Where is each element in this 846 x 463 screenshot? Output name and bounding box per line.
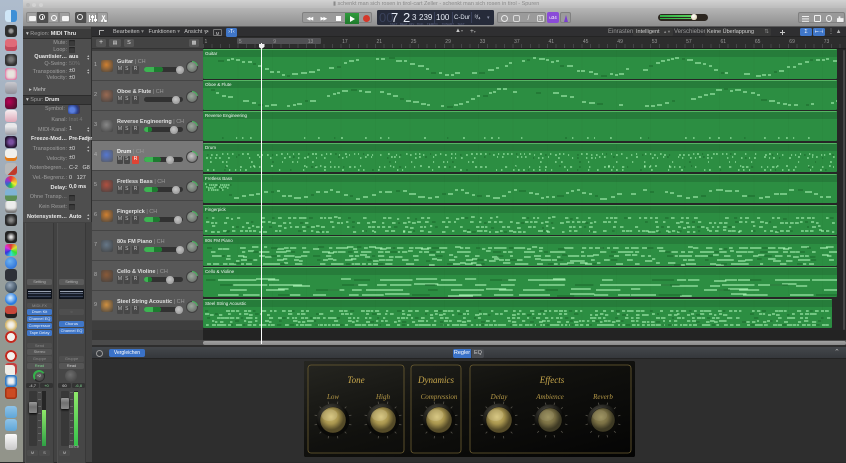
svg-text:Tone: Tone bbox=[347, 375, 364, 385]
svg-text:Dynamics: Dynamics bbox=[417, 375, 454, 385]
svg-text:Effects: Effects bbox=[539, 375, 565, 385]
svg-text:Compression: Compression bbox=[421, 393, 458, 401]
svg-text:Delay: Delay bbox=[490, 393, 509, 401]
svg-text:Ambience: Ambience bbox=[535, 393, 564, 401]
svg-text:Reverb: Reverb bbox=[592, 393, 613, 401]
svg-text:High: High bbox=[375, 393, 391, 401]
svg-text:Low: Low bbox=[326, 393, 339, 401]
